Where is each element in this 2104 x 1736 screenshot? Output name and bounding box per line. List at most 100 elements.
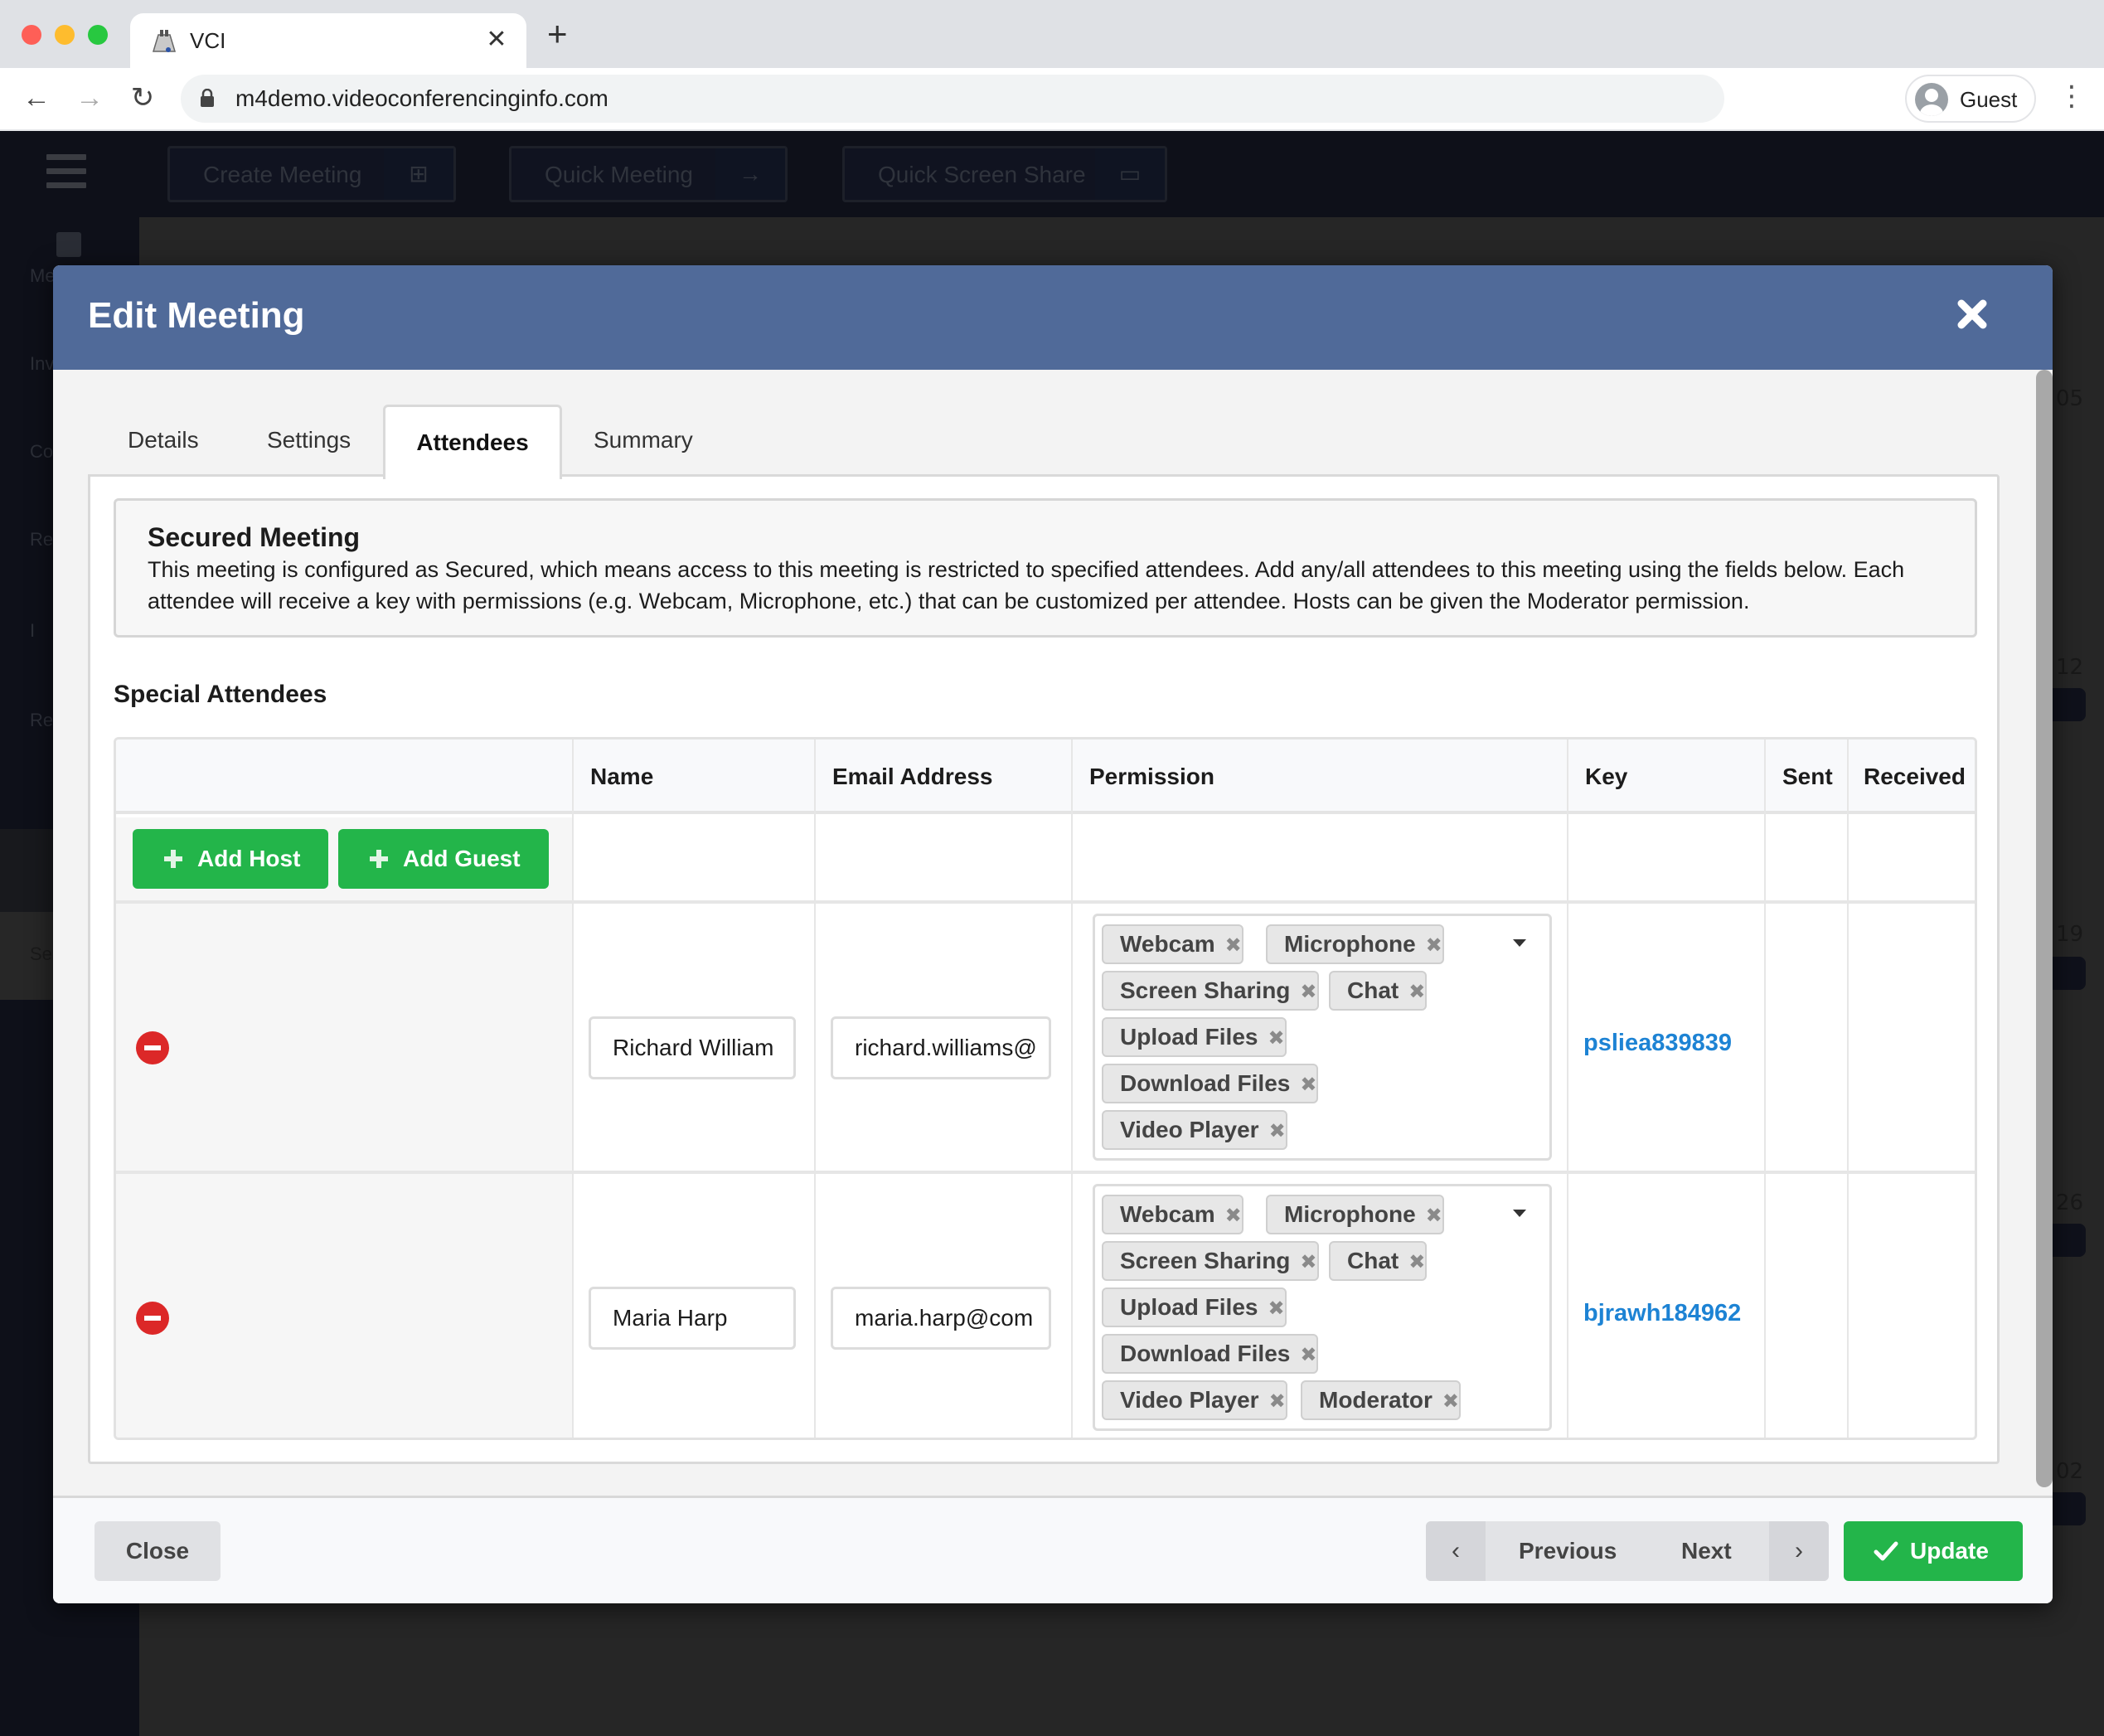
chip-remove-icon[interactable]: ✖	[1300, 1067, 1316, 1103]
chip-remove-icon[interactable]: ✖	[1426, 928, 1442, 964]
chip-label: Screen Sharing	[1120, 1248, 1291, 1273]
column-header-sent[interactable]: Sent	[1766, 739, 1833, 814]
chip-remove-icon[interactable]: ✖	[1300, 974, 1316, 1011]
chip-remove-icon[interactable]: ✖	[1269, 1384, 1286, 1420]
chip-label: Webcam	[1120, 931, 1215, 957]
tab-details[interactable]: Details	[128, 405, 199, 476]
permission-chip: Webcam ✖	[1102, 1195, 1243, 1234]
sidebar-item-label: Se	[30, 943, 52, 964]
calendar-date: 02	[2056, 1459, 2084, 1484]
chip-remove-icon[interactable]: ✖	[1426, 1198, 1442, 1234]
chip-remove-icon[interactable]: ✖	[1300, 1244, 1316, 1281]
attendee-email-input[interactable]: richard.williams@	[831, 1016, 1051, 1079]
calendar-date: 26	[2056, 1190, 2084, 1215]
check-icon	[1874, 1541, 1898, 1561]
attendees-table: Name Email Address Permission Key Sent R…	[114, 737, 1977, 1440]
reload-icon[interactable]: ↻	[124, 80, 161, 116]
column-header-name[interactable]: Name	[574, 739, 653, 814]
chip-label: Microphone	[1284, 1201, 1416, 1227]
permission-chip: Screen Sharing ✖	[1102, 1241, 1319, 1281]
tab-summary[interactable]: Summary	[594, 405, 693, 476]
window-maximize-button[interactable]	[88, 25, 108, 45]
scrollbar-thumb[interactable]	[2036, 370, 2053, 1487]
tab-settings[interactable]: Settings	[267, 405, 351, 476]
attendee-name-input[interactable]: Maria Harp	[589, 1287, 796, 1350]
chip-label: Moderator	[1319, 1387, 1433, 1413]
column-header-permission[interactable]: Permission	[1073, 739, 1214, 814]
modal-header: Edit Meeting	[53, 265, 2053, 370]
column-header-key[interactable]: Key	[1568, 739, 1627, 814]
attendee-key-link[interactable]: bjrawh184962	[1583, 1300, 1741, 1327]
chip-remove-icon[interactable]: ✖	[1225, 1198, 1242, 1234]
browser-tab-active[interactable]: VCI ✕	[130, 13, 526, 70]
window-minimize-button[interactable]	[55, 25, 75, 45]
chip-remove-icon[interactable]: ✖	[1268, 1291, 1284, 1327]
sidebar-item-label: Co	[30, 441, 54, 462]
profile-button[interactable]: Guest	[1905, 75, 2036, 123]
add-host-button[interactable]: Add Host	[133, 829, 328, 889]
attendee-key-link[interactable]: psliea839839	[1583, 1030, 1732, 1057]
remove-attendee-icon[interactable]	[136, 1302, 169, 1335]
permission-multiselect[interactable]: Webcam ✖ Microphone ✖ Screen Sharing ✖ Chat…	[1093, 1184, 1552, 1431]
chip-label: Chat	[1347, 977, 1399, 1003]
chip-label: Webcam	[1120, 1201, 1215, 1227]
chip-label: Download Files	[1120, 1341, 1291, 1366]
chip-remove-icon[interactable]: ✖	[1408, 974, 1425, 1011]
add-guest-button[interactable]: Add Guest	[338, 829, 549, 889]
address-bar[interactable]: m4demo.videoconferencinginfo.com	[181, 75, 1724, 123]
vci-favicon-icon	[152, 30, 177, 52]
chip-remove-icon[interactable]: ✖	[1442, 1384, 1459, 1420]
permission-multiselect[interactable]: Webcam ✖ Microphone ✖ Screen Sharing ✖ Chat…	[1093, 914, 1552, 1161]
calendar-icon	[56, 232, 81, 257]
new-tab-button[interactable]: +	[547, 17, 568, 51]
previous-button[interactable]: Previous	[1519, 1521, 1617, 1581]
attendee-email-input[interactable]: maria.harp@com	[831, 1287, 1051, 1350]
back-arrow-icon[interactable]: ←	[18, 80, 55, 116]
attendee-name-input[interactable]: Richard William	[589, 1016, 796, 1079]
column-header-received[interactable]: Received	[1849, 739, 1966, 814]
modal-body: Details Settings Attendees Summary Secur…	[53, 370, 2053, 1496]
modal-scrollbar[interactable]	[2036, 370, 2053, 1496]
sidebar-item-label: I	[30, 620, 36, 641]
close-button[interactable]: Close	[95, 1521, 221, 1581]
chevron-right-icon[interactable]: ›	[1769, 1521, 1829, 1581]
chip-remove-icon[interactable]: ✖	[1408, 1244, 1425, 1281]
dropdown-caret-icon[interactable]	[1513, 939, 1526, 947]
close-icon[interactable]	[1955, 297, 1990, 332]
modal-footer: Close ‹ Previous Next › Update	[53, 1496, 2053, 1603]
permission-chip: Video Player ✖	[1102, 1110, 1287, 1150]
dropdown-caret-icon[interactable]	[1513, 1210, 1526, 1217]
permission-chip: Screen Sharing ✖	[1102, 971, 1319, 1011]
hamburger-menu-icon[interactable]	[46, 154, 86, 191]
update-button[interactable]: Update	[1844, 1521, 2023, 1581]
table-header-row: Name Email Address Permission Key Sent R…	[116, 739, 1975, 814]
permission-chip: Download Files ✖	[1102, 1334, 1319, 1374]
chip-remove-icon[interactable]: ✖	[1269, 1113, 1286, 1150]
column-header-email[interactable]: Email Address	[816, 739, 992, 814]
tab-attendees[interactable]: Attendees	[383, 405, 562, 479]
profile-avatar-icon	[1915, 83, 1948, 116]
quick-screen-share-button[interactable]: Quick Screen Share ▭	[842, 146, 1167, 202]
browser-tabstrip: VCI ✕ +	[0, 0, 2104, 70]
quick-meeting-button[interactable]: Quick Meeting →	[509, 146, 788, 202]
sidebar-item-label: Inv	[30, 353, 55, 374]
chevron-left-icon[interactable]: ‹	[1426, 1521, 1486, 1581]
remove-attendee-icon[interactable]	[136, 1031, 169, 1064]
chip-remove-icon[interactable]: ✖	[1300, 1337, 1316, 1374]
forward-arrow-icon[interactable]: →	[71, 80, 108, 116]
chip-label: Download Files	[1120, 1070, 1291, 1096]
browser-menu-icon[interactable]: ⋮	[2058, 80, 2086, 116]
calendar-date: 12	[2056, 655, 2084, 680]
next-button[interactable]: Next	[1681, 1521, 1732, 1581]
window-close-button[interactable]	[22, 25, 41, 45]
profile-name: Guest	[1960, 87, 2018, 112]
tab-close-icon[interactable]: ✕	[482, 25, 511, 54]
chip-remove-icon[interactable]: ✖	[1268, 1021, 1284, 1057]
chip-remove-icon[interactable]: ✖	[1225, 928, 1242, 964]
modal-title: Edit Meeting	[88, 295, 305, 336]
permission-chip: Upload Files ✖	[1102, 1287, 1287, 1327]
create-meeting-button[interactable]: Create Meeting ⊞	[167, 146, 456, 202]
permission-chip: Microphone ✖	[1266, 1195, 1444, 1234]
tab-pager: ‹ Previous Next ›	[1426, 1521, 1829, 1581]
notice-title: Secured Meeting	[148, 522, 361, 552]
